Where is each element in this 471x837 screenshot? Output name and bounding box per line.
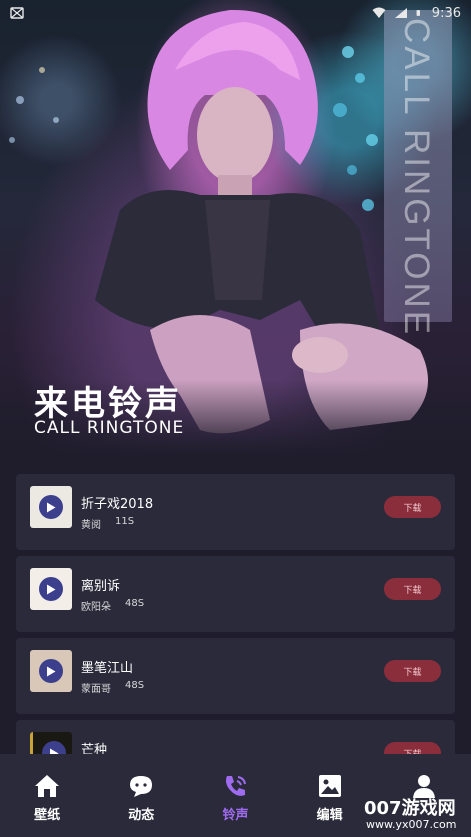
song-title: 离别诉 (81, 579, 121, 594)
battery-icon (416, 10, 420, 16)
song-duration: 11S (115, 516, 135, 527)
notification-icon (10, 7, 24, 19)
vertical-label-text: CALL RINGTONE (397, 18, 436, 338)
watermark-url: www.yx007.com (366, 818, 457, 831)
play-icon (47, 666, 56, 676)
hero-banner: CALL RINGTONE 来电铃声 CALL RINGTONE (0, 0, 471, 455)
nav-label: 铃声 (222, 808, 249, 823)
page-subtitle: CALL RINGTONE (34, 418, 185, 438)
download-button[interactable]: 下载 (384, 660, 441, 682)
chat-bubble-icon (130, 776, 153, 797)
phone-ring-icon (226, 776, 247, 796)
song-artist: 欧阳朵 (81, 602, 111, 613)
ringtone-list[interactable]: 折子戏2018 黄阅 11S 下载 离别诉 欧阳朵 48S 下载 墨笔江山 蒙面… (16, 474, 455, 754)
song-title: 芒种 (81, 743, 108, 754)
play-button[interactable] (42, 741, 66, 754)
album-thumbnail (30, 732, 72, 754)
song-title: 折子戏2018 (81, 497, 154, 512)
nav-item-dynamic[interactable]: 动态 (101, 773, 181, 837)
status-time: 9:36 (431, 5, 461, 21)
play-button[interactable] (39, 495, 63, 519)
song-artist: 蒙面哥 (81, 684, 111, 695)
play-button[interactable] (39, 577, 63, 601)
list-item[interactable]: 芒种 下载 (16, 720, 455, 754)
list-item[interactable]: 墨笔江山 蒙面哥 48S 下载 (16, 638, 455, 714)
play-icon (47, 584, 56, 594)
album-thumbnail (30, 568, 72, 610)
image-icon (318, 775, 341, 797)
song-title: 墨笔江山 (81, 661, 134, 676)
play-icon (47, 502, 56, 512)
download-button[interactable]: 下载 (384, 742, 441, 754)
song-duration: 48S (125, 680, 145, 691)
nav-label: 编辑 (316, 808, 343, 823)
wifi-icon (372, 7, 386, 18)
watermark-text: 007游戏网 (364, 798, 456, 819)
album-thumbnail (30, 650, 72, 692)
nav-item-wallpaper[interactable]: 壁纸 (7, 773, 87, 837)
watermark: 007游戏网 www.yx007.com (358, 790, 470, 836)
song-artist: 黄阅 (81, 520, 101, 531)
signal-icon (394, 8, 407, 18)
list-item[interactable]: 折子戏2018 黄阅 11S 下载 (16, 474, 455, 550)
download-button[interactable]: 下载 (384, 578, 441, 600)
nav-item-ringtone[interactable]: 铃声 (195, 773, 275, 837)
album-thumbnail (30, 486, 72, 528)
home-icon (35, 775, 60, 797)
nav-label: 动态 (128, 808, 155, 823)
status-bar: 9:36 (0, 0, 471, 26)
song-duration: 48S (125, 598, 145, 609)
download-button[interactable]: 下载 (384, 496, 441, 518)
nav-label: 壁纸 (34, 808, 61, 823)
list-item[interactable]: 离别诉 欧阳朵 48S 下载 (16, 556, 455, 632)
play-button[interactable] (39, 659, 63, 683)
